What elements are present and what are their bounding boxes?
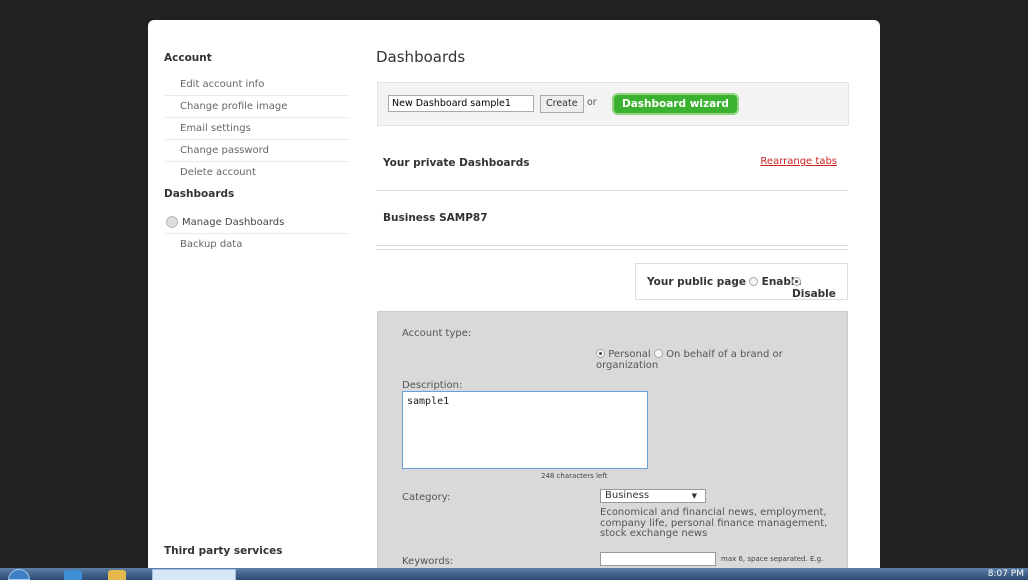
sidebar-item-change-password[interactable]: Change password bbox=[164, 140, 350, 162]
brand-radio-icon[interactable] bbox=[653, 349, 663, 358]
dropdown-arrow-icon: ▼ bbox=[691, 492, 697, 500]
disable-label: Disable bbox=[792, 288, 836, 300]
keywords-hint: max 6, space separated. E.g. bbox=[721, 555, 824, 563]
create-button[interactable]: Create bbox=[540, 95, 584, 113]
taskbar-window-button[interactable] bbox=[152, 569, 236, 580]
account-type-options: Personal On behalf of a brand or organiz… bbox=[596, 349, 786, 371]
active-marker-icon bbox=[166, 216, 178, 228]
settings-panel: Account Edit account info Change profile… bbox=[148, 20, 880, 580]
internet-explorer-icon[interactable] bbox=[64, 570, 82, 580]
sidebar-item-manage-dashboards[interactable]: Manage Dashboards bbox=[164, 212, 350, 234]
page-title: Dashboards bbox=[376, 48, 466, 66]
sidebar-item-backup-data[interactable]: Backup data bbox=[164, 234, 350, 255]
category-label: Category: bbox=[402, 492, 451, 503]
divider bbox=[376, 190, 848, 191]
enable-radio-icon[interactable] bbox=[749, 277, 758, 286]
rearrange-tabs-link[interactable]: Rearrange tabs bbox=[760, 156, 837, 167]
sidebar-item-email-settings[interactable]: Email settings bbox=[164, 118, 350, 140]
folder-icon[interactable] bbox=[108, 570, 126, 580]
sidebar-item-delete-account[interactable]: Delete account bbox=[164, 162, 350, 183]
characters-left-text: 248 characters left bbox=[541, 472, 608, 480]
sidebar-item-label: Manage Dashboards bbox=[182, 217, 285, 228]
account-type-label: Account type: bbox=[402, 328, 472, 339]
disable-radio-icon[interactable] bbox=[792, 277, 801, 286]
disable-option[interactable]: Disable bbox=[792, 276, 847, 300]
personal-label: Personal bbox=[608, 349, 651, 360]
keywords-input[interactable] bbox=[600, 552, 716, 566]
account-menu: Edit account info Change profile image E… bbox=[164, 74, 350, 183]
sidebar-item-edit-account-info[interactable]: Edit account info bbox=[164, 74, 350, 96]
dashboard-name-input[interactable] bbox=[388, 95, 534, 112]
account-heading: Account bbox=[164, 52, 212, 64]
public-page-label: Your public page bbox=[647, 276, 746, 288]
personal-radio-icon[interactable] bbox=[596, 349, 605, 358]
sidebar: Account Edit account info Change profile… bbox=[148, 20, 358, 580]
public-page-box: Your public page Enable Disable bbox=[635, 263, 848, 300]
main-content: Dashboards Create or Dashboard wizard Yo… bbox=[376, 20, 849, 580]
category-select[interactable]: Business ▼ bbox=[600, 489, 706, 503]
dashboards-menu: Manage Dashboards Backup data bbox=[164, 212, 350, 255]
taskbar: 8:07 PM bbox=[0, 568, 1028, 580]
sidebar-item-change-profile-image[interactable]: Change profile image bbox=[164, 96, 350, 118]
description-textarea[interactable]: sample1 bbox=[402, 391, 648, 469]
start-orb-icon[interactable] bbox=[8, 569, 30, 580]
dashboard-wizard-button[interactable]: Dashboard wizard bbox=[612, 93, 739, 115]
private-dashboards-title: Your private Dashboards bbox=[383, 157, 530, 169]
business-dashboard-title[interactable]: Business SAMP87 bbox=[383, 212, 488, 224]
description-label: Description: bbox=[402, 380, 463, 391]
taskbar-clock[interactable]: 8:07 PM bbox=[988, 568, 1024, 580]
or-text: or bbox=[587, 97, 597, 108]
category-value: Business bbox=[605, 490, 650, 501]
account-form-panel: Account type: Personal On behalf of a br… bbox=[377, 311, 848, 580]
category-description: Economical and financial news, employmen… bbox=[600, 507, 828, 539]
dashboards-heading: Dashboards bbox=[164, 188, 235, 200]
third-party-heading: Third party services bbox=[164, 545, 283, 557]
divider bbox=[376, 249, 848, 250]
keywords-label: Keywords: bbox=[402, 556, 454, 567]
divider bbox=[376, 245, 848, 246]
create-dashboard-box: Create or Dashboard wizard bbox=[377, 82, 849, 126]
